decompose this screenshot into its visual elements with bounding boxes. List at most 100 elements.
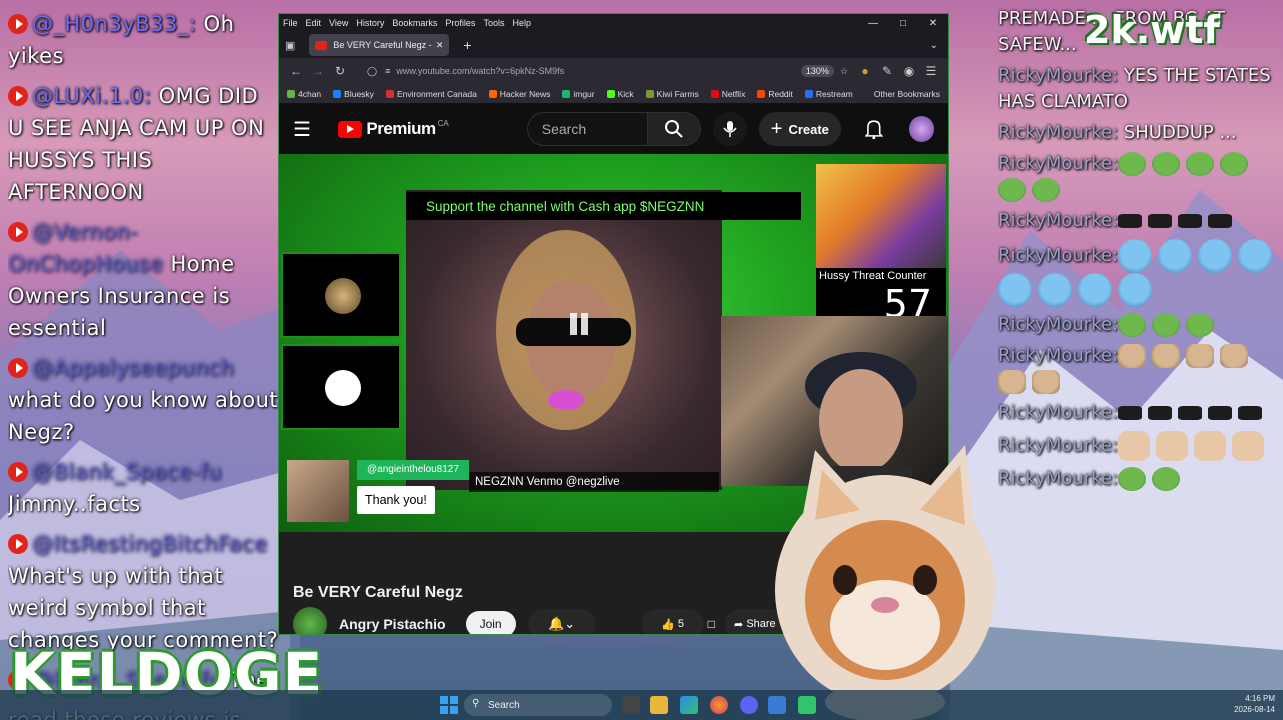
search-icon: ⚲ — [472, 698, 480, 709]
autoplay-icon[interactable]: ◉ — [533, 527, 564, 532]
search-button[interactable] — [646, 112, 702, 146]
bookmark-item[interactable]: Bluesky — [333, 89, 374, 99]
url-bar[interactable]: ◯ ≡ www.youtube.com/watch?v=6pkNz-SM9fs … — [357, 61, 848, 81]
back-icon[interactable]: ← — [285, 64, 307, 78]
bookmark-item[interactable]: 4chan — [287, 89, 321, 99]
menu-bookmarks[interactable]: Bookmarks — [392, 18, 437, 28]
theater-mode-icon[interactable]: ▭ — [595, 527, 626, 532]
channel-name[interactable]: Angry Pistachio — [339, 616, 446, 632]
minimize-button[interactable]: — — [858, 18, 888, 29]
bookmark-item[interactable]: Environment Canada — [385, 89, 477, 99]
bookmark-item[interactable]: Hacker News — [488, 89, 550, 99]
taskbar-search-label: Search — [488, 699, 520, 711]
obs-app-icon[interactable] — [798, 696, 816, 714]
join-button[interactable]: Join — [465, 611, 516, 634]
search-input[interactable]: Search — [526, 112, 647, 146]
tab-youtube-video[interactable]: Be VERY Careful Negz - You ✕ — [309, 34, 450, 56]
cat-emote-icon — [1032, 370, 1060, 394]
right-chat-message: RickyMourke: — [998, 466, 1283, 492]
chat-username: RickyMourke: — [998, 345, 1119, 366]
chat-username: RickyMourke: — [998, 435, 1119, 456]
menu-profiles[interactable]: Profiles — [445, 18, 475, 28]
pepe-emote-icon — [998, 178, 1026, 202]
tab-list-icon[interactable]: ▣ — [285, 39, 295, 52]
right-chat-overlay: PREMADE ... FROM BC AT SAFEW... RickyMour… — [998, 6, 1283, 696]
new-tab-button[interactable]: + — [463, 37, 471, 53]
broadcast-icon[interactable]: ◎ — [502, 527, 533, 532]
youtube-badge-icon — [8, 358, 28, 378]
dislike-icon[interactable]: □ — [708, 617, 715, 631]
site-logo-overlay: 2k.wtf — [1084, 8, 1220, 52]
bookmark-label: Reddit — [768, 88, 793, 99]
player-controls: ⇄ ◎ ◉ ▤ ▭ ◷ ⚒ ▣ ⚙ — [471, 524, 750, 532]
menu-edit[interactable]: Edit — [306, 18, 322, 28]
chat-text: What's up with that weird symbol that ch… — [8, 564, 279, 652]
share-icon: ➦ — [734, 618, 747, 631]
system-clock[interactable]: 4:16 PM 2026-08-14 — [1234, 693, 1275, 715]
pepe-emote-icon — [1186, 313, 1215, 337]
discord-icon[interactable] — [740, 696, 758, 714]
menu-tools[interactable]: Tools — [483, 18, 504, 28]
edge-icon[interactable] — [680, 696, 698, 714]
youtube-logo[interactable]: Premium CA — [338, 119, 449, 139]
menu-help[interactable]: Help — [512, 18, 531, 28]
tab-overflow-icon[interactable]: ⌄ — [930, 40, 938, 51]
subscribed-bell-button[interactable]: 🔔⌄ — [527, 609, 596, 634]
clip-icon[interactable]: ⚒ — [657, 527, 688, 532]
bookmark-item[interactable]: imgur — [562, 89, 595, 99]
screenshot-camera-icon[interactable]: ▣ — [688, 527, 719, 532]
chat-text: what do you know about Negz? — [8, 388, 279, 444]
extensions-puzzle-icon[interactable]: ✎ — [876, 64, 898, 78]
firefox-icon[interactable] — [710, 696, 728, 714]
reload-icon[interactable]: ↻ — [329, 64, 351, 78]
blue-emote-icon — [1158, 239, 1193, 273]
speed-icon[interactable]: ◷ — [626, 527, 657, 532]
close-tab-icon[interactable]: ✕ — [436, 40, 444, 51]
microphone-icon — [723, 121, 737, 137]
notifications-bell-icon[interactable] — [864, 119, 883, 139]
bookmark-item[interactable]: Kick — [606, 89, 634, 99]
pepe-emote-icon — [1220, 152, 1249, 176]
app-menu-icon[interactable]: ☰ — [920, 64, 942, 78]
extension-icon[interactable]: ● — [854, 64, 876, 78]
file-explorer-icon[interactable] — [650, 696, 668, 714]
app-window-icon[interactable] — [768, 696, 786, 714]
menu-history[interactable]: History — [356, 18, 384, 28]
subtitles-icon[interactable]: ▤ — [564, 527, 595, 532]
clock-time: 4:16 PM — [1245, 694, 1275, 703]
menu-view[interactable]: View — [329, 18, 348, 28]
loop-icon[interactable]: ⇄ — [471, 527, 502, 532]
voice-search-button[interactable] — [713, 112, 747, 146]
maximize-button[interactable]: □ — [888, 18, 918, 29]
like-button[interactable]: 👍 5 — [641, 609, 704, 634]
pause-icon[interactable] — [564, 309, 594, 339]
bookmark-star-icon[interactable]: ☆ — [840, 66, 848, 77]
create-button[interactable]: + Create — [758, 112, 841, 146]
chat-username: RickyMourke: — [998, 65, 1119, 86]
bookmark-item[interactable]: Kiwi Farms — [645, 89, 699, 99]
black-emote-icon — [1178, 406, 1203, 420]
menu-file[interactable]: File — [283, 18, 298, 28]
shield-icon[interactable]: ◯ — [367, 66, 377, 77]
bookmark-item[interactable]: Restream — [804, 89, 853, 99]
task-view-icon[interactable] — [622, 696, 640, 714]
settings-gear-icon[interactable]: ⚙ — [719, 527, 750, 532]
close-window-button[interactable]: ✕ — [918, 18, 948, 29]
taskbar-search[interactable]: ⚲ Search — [464, 694, 612, 716]
forward-icon[interactable]: → — [307, 64, 329, 78]
hamburger-menu-icon[interactable]: ☰ — [293, 117, 322, 142]
bookmark-favicon-icon — [804, 89, 813, 98]
windows-start-icon[interactable] — [440, 696, 458, 714]
bookmark-item[interactable]: Reddit — [757, 89, 793, 99]
pepe-emote-icon — [1032, 178, 1060, 202]
other-bookmarks-folder[interactable]: Other Bookmarks — [874, 89, 940, 99]
permissions-icon[interactable]: ≡ — [385, 66, 390, 76]
zoom-level[interactable]: 130% — [800, 65, 834, 77]
chat-username: RickyMourke: — [998, 122, 1119, 143]
url-text: www.youtube.com/watch?v=6pkNz-SM9fs — [396, 66, 565, 76]
black-emote-icon — [1208, 214, 1233, 228]
account-avatar[interactable] — [908, 116, 934, 142]
bookmark-item[interactable]: Netflix — [710, 89, 745, 99]
account-icon[interactable]: ◉ — [898, 64, 920, 78]
channel-avatar[interactable] — [293, 607, 327, 634]
